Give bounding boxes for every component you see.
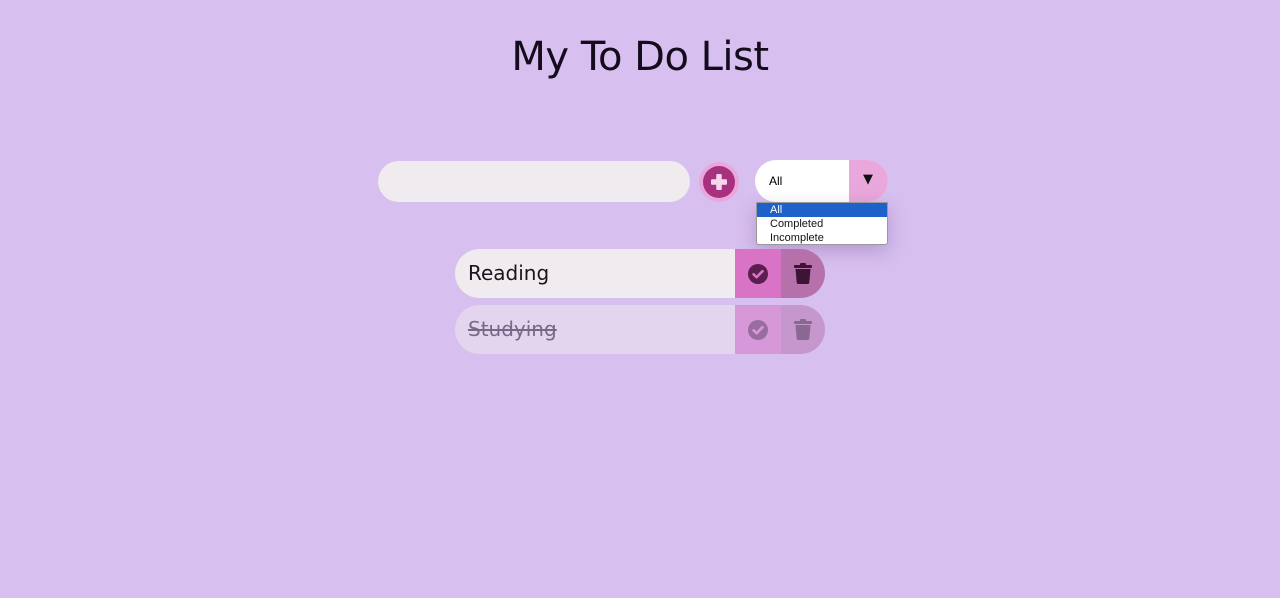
complete-button[interactable] xyxy=(735,305,781,354)
filter-selected-value: All xyxy=(769,174,783,188)
trash-icon xyxy=(794,319,812,340)
todo-input[interactable] xyxy=(378,161,690,202)
todo-app: My To Do List All ▼ All Completed Incomp… xyxy=(0,0,1280,598)
add-todo-button[interactable] xyxy=(699,162,739,202)
trash-icon xyxy=(794,263,812,284)
plus-circle-icon xyxy=(703,166,735,198)
todo-text: Reading xyxy=(455,249,735,298)
delete-button[interactable] xyxy=(781,305,825,354)
todo-item: Reading xyxy=(455,249,825,298)
page-title: My To Do List xyxy=(511,34,769,80)
filter-dropdown-list: All Completed Incomplete xyxy=(756,202,888,245)
filter-select[interactable]: All ▼ xyxy=(755,160,888,202)
todo-text: Studying xyxy=(455,305,735,354)
filter-option-completed[interactable]: Completed xyxy=(757,217,887,231)
complete-button[interactable] xyxy=(735,249,781,298)
filter-option-all[interactable]: All xyxy=(757,203,887,217)
delete-button[interactable] xyxy=(781,249,825,298)
filter-arrow-button[interactable]: ▼ xyxy=(849,160,888,202)
check-circle-icon xyxy=(748,319,768,340)
chevron-down-icon: ▼ xyxy=(863,172,873,187)
todo-item: Studying xyxy=(455,305,825,354)
check-circle-icon xyxy=(748,263,768,284)
filter-option-incomplete[interactable]: Incomplete xyxy=(757,231,887,244)
